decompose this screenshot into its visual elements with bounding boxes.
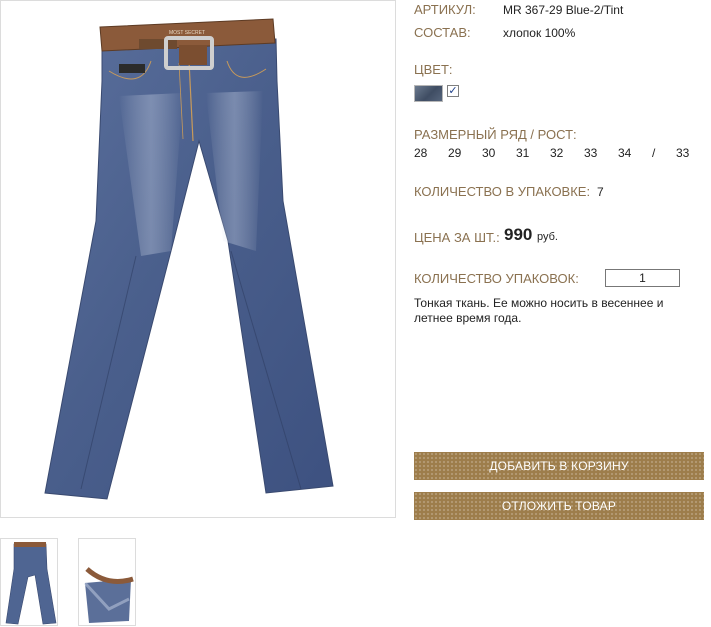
packs-count-input[interactable] <box>605 269 680 287</box>
price-currency: руб. <box>537 231 558 243</box>
main-product-photo[interactable]: MOST SECRET <box>0 0 396 518</box>
product-description: Тонкая ткань. Ее можно носить в весеннее… <box>414 296 664 325</box>
postpone-item-button[interactable]: ОТЛОЖИТЬ ТОВАР <box>414 492 704 520</box>
size-value: 31 <box>516 146 530 160</box>
size-value: 34 <box>618 146 632 160</box>
add-to-cart-button[interactable]: ДОБАВИТЬ В КОРЗИНУ <box>414 452 704 480</box>
size-value: 30 <box>482 146 496 160</box>
size-value: 29 <box>448 146 462 160</box>
size-separator: / <box>652 146 656 160</box>
size-value: 33 <box>584 146 598 160</box>
article-value: MR 367-29 Blue-2/Tint <box>503 3 624 17</box>
size-value: 32 <box>550 146 564 160</box>
price-label: ЦЕНА ЗА ШТ.: <box>414 230 500 245</box>
thumbnail-image <box>83 567 134 623</box>
thumbnail-image <box>5 542 57 625</box>
color-checkbox[interactable]: ✓ <box>447 85 459 97</box>
color-label: ЦВЕТ: <box>414 62 453 77</box>
height-value: 33 <box>676 146 690 160</box>
color-swatch[interactable] <box>414 85 443 102</box>
packs-count-label: КОЛИЧЕСТВО УПАКОВОК: <box>414 271 579 286</box>
composition-value: хлопок 100% <box>503 26 576 40</box>
article-label: АРТИКУЛ: <box>414 2 476 17</box>
composition-label: СОСТАВ: <box>414 25 471 40</box>
thumbnail-jeans-waist[interactable] <box>78 538 136 626</box>
price-value: 990 <box>504 225 533 244</box>
thumbnail-jeans-front[interactable] <box>0 538 58 626</box>
size-range-label: РАЗМЕРНЫЙ РЯД / РОСТ: <box>414 127 577 142</box>
svg-text:MOST SECRET: MOST SECRET <box>169 30 205 36</box>
jeans-photo-image: MOST SECRET <box>44 18 334 500</box>
pack-quantity-label: КОЛИЧЕСТВО В УПАКОВКЕ: <box>414 184 591 199</box>
pack-quantity-value: 7 <box>597 185 604 199</box>
size-value: 28 <box>414 146 428 160</box>
